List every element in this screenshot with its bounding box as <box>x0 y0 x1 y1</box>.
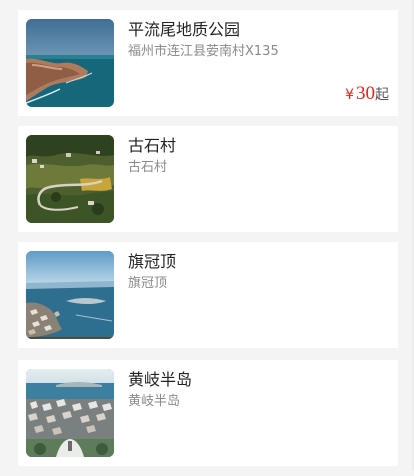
spot-title: 黄岐半岛 <box>128 370 193 389</box>
spot-price: ¥30起 <box>345 83 389 106</box>
spot-thumbnail[interactable] <box>26 135 114 223</box>
price-suffix: 起 <box>375 87 389 103</box>
spot-address: 黄岐半岛 <box>128 394 181 409</box>
price-currency: ¥ <box>345 87 354 103</box>
coastal-cliff-photo-icon <box>26 19 114 107</box>
spot-address: 旗冠顶 <box>128 276 168 291</box>
peninsula-town-photo-icon <box>26 369 114 457</box>
spot-card-gushi[interactable]: 古石村 古石村 <box>18 126 398 232</box>
spot-title: 旗冠顶 <box>128 252 177 271</box>
spot-address: 福州市连江县荌南村X135 <box>128 44 279 59</box>
spot-thumbnail[interactable] <box>26 369 114 457</box>
spot-thumbnail[interactable] <box>26 251 114 339</box>
spot-card-huangqi[interactable]: 黄岐半岛 黄岐半岛 <box>18 360 398 466</box>
spot-thumbnail[interactable] <box>26 19 114 107</box>
spot-card-qiguanding[interactable]: 旗冠顶 旗冠顶 <box>18 242 398 348</box>
scenic-spot-list: 平流尾地质公园 福州市连江县荌南村X135 ¥30起 古石村 古石村 旗冠顶 旗… <box>18 10 398 476</box>
spot-title: 古石村 <box>128 136 177 155</box>
spot-title: 平流尾地质公园 <box>128 20 241 39</box>
spot-address: 古石村 <box>128 160 168 175</box>
price-value: 30 <box>356 83 375 104</box>
harbor-town-photo-icon <box>26 251 114 339</box>
terraced-village-photo-icon <box>26 135 114 223</box>
spot-card-pingliuwei[interactable]: 平流尾地质公园 福州市连江县荌南村X135 ¥30起 <box>18 10 398 116</box>
